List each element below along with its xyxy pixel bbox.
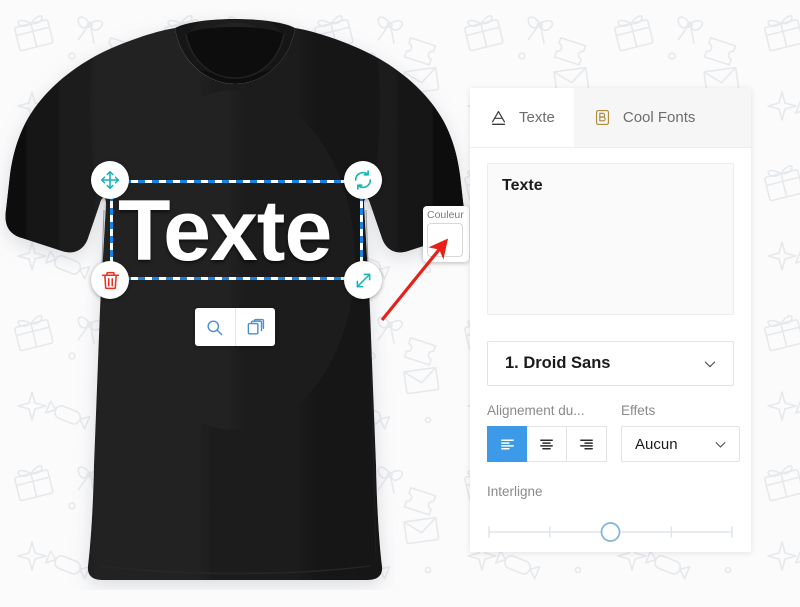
panel-tabs: Texte Cool Fonts: [470, 88, 751, 148]
tab-texte-label: Texte: [519, 109, 555, 126]
alignment-label: Alignement du...: [487, 403, 585, 418]
magnifier-icon: [207, 319, 223, 335]
delete-handle[interactable]: [91, 261, 129, 299]
align-right-button[interactable]: [567, 426, 607, 462]
line-height-field: Interligne: [487, 484, 734, 550]
annotation-arrow-icon: [380, 238, 449, 322]
layers-copy-icon: [247, 318, 264, 335]
panel-body: 1. Droid Sans Alignement du...: [470, 148, 751, 550]
alignment-field: Alignement du...: [487, 403, 607, 462]
app-canvas: Texte Couleur Texte Cool Fonts Texte 1. …: [0, 0, 800, 607]
letter-a-underline-icon: [491, 110, 506, 125]
align-center-button[interactable]: [527, 426, 567, 462]
align-left-button[interactable]: [487, 426, 527, 462]
color-tooltip-label: Couleur: [427, 209, 464, 221]
effects-select[interactable]: Aucun: [621, 426, 740, 462]
duplicate-button[interactable]: [234, 308, 276, 346]
align-right-icon: [580, 439, 593, 449]
rotate-handle[interactable]: [344, 161, 382, 199]
text-settings-panel: Texte Cool Fonts 1. Droid Sans: [470, 88, 751, 552]
move-handle[interactable]: [91, 161, 129, 199]
move-arrows-icon: [100, 170, 120, 190]
line-height-slider[interactable]: [487, 519, 734, 545]
line-height-label: Interligne: [487, 484, 543, 499]
artwork-mini-toolbar[interactable]: [195, 308, 275, 346]
font-select-value: 1. Droid Sans: [505, 354, 611, 372]
effects-select-value: Aucun: [635, 435, 678, 453]
tab-cool-fonts-label: Cool Fonts: [622, 109, 696, 126]
align-left-icon: [500, 439, 514, 449]
alignment-effects-row: Alignement du... Effets Aucun: [487, 403, 740, 462]
align-center-icon: [540, 439, 553, 449]
font-select[interactable]: 1. Droid Sans: [487, 341, 734, 386]
trash-icon: [101, 271, 119, 289]
rotate-icon: [354, 170, 372, 190]
alignment-button-group[interactable]: [487, 426, 607, 462]
chevron-down-icon: [704, 360, 716, 367]
selection-edge-bottom: [110, 277, 363, 280]
effects-field: Effets Aucun: [621, 403, 740, 462]
selection-box[interactable]: [91, 161, 382, 299]
selection-edge-top: [110, 180, 363, 183]
tab-texte[interactable]: Texte: [470, 88, 574, 147]
letter-b-outline-icon: [595, 109, 609, 126]
effects-label: Effets: [621, 403, 656, 418]
text-input[interactable]: [487, 163, 734, 315]
tab-cool-fonts[interactable]: Cool Fonts: [573, 88, 751, 147]
chevron-down-icon: [715, 441, 726, 448]
slider-handle[interactable]: [600, 522, 621, 542]
zoom-button[interactable]: [195, 308, 235, 346]
